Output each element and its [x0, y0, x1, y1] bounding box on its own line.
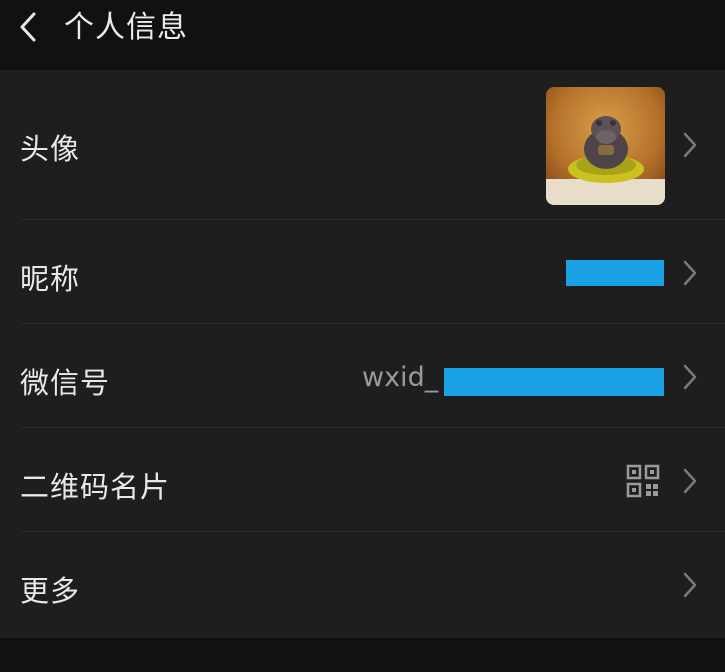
profile-list: 头像 昵称 微信号 wxid_ 二维码名片 更多	[0, 70, 725, 638]
avatar-label: 头像	[20, 132, 81, 166]
qr-card-label: 二维码名片	[20, 470, 171, 504]
avatar-image	[546, 87, 665, 205]
wechat-id-value: wxid_	[362, 362, 439, 393]
qr-card-row[interactable]: 二维码名片	[0, 428, 725, 532]
redacted-wechat-id	[444, 368, 664, 396]
wechat-id-row[interactable]: 微信号 wxid_	[0, 324, 725, 428]
chevron-right-icon	[683, 572, 697, 598]
chevron-right-icon	[683, 260, 697, 286]
chevron-right-icon	[683, 468, 697, 494]
more-label: 更多	[20, 574, 81, 608]
chevron-right-icon	[683, 132, 697, 158]
chevron-right-icon	[683, 364, 697, 390]
nickname-label: 昵称	[20, 262, 81, 296]
back-button[interactable]	[14, 12, 42, 42]
page-title: 个人信息	[64, 10, 188, 45]
bottom-spacer	[0, 638, 725, 672]
redacted-nickname	[566, 260, 664, 286]
avatar-row[interactable]: 头像	[0, 70, 725, 220]
top-bar: 个人信息	[0, 0, 725, 70]
chevron-left-icon	[20, 12, 36, 42]
avatar[interactable]	[546, 87, 665, 205]
wechat-id-label: 微信号	[20, 366, 111, 400]
qr-code-icon	[626, 464, 660, 498]
more-row[interactable]: 更多	[0, 532, 725, 638]
nickname-row[interactable]: 昵称	[0, 220, 725, 324]
